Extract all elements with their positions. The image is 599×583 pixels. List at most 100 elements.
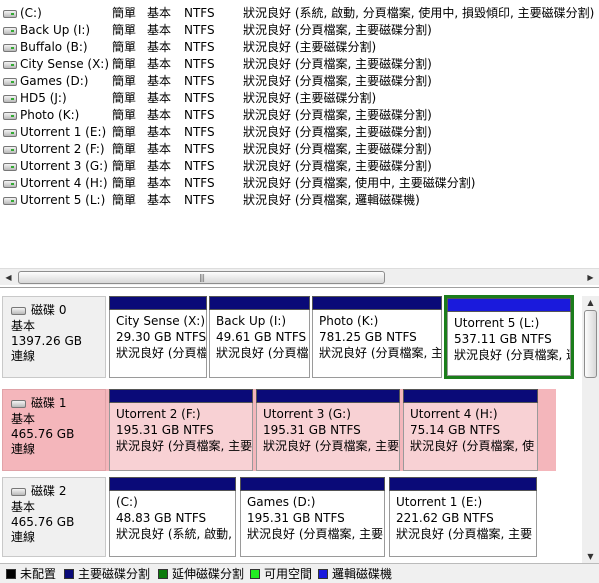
partition-name: Photo (K:) [319, 314, 379, 328]
volume-row[interactable]: HD5 (J:) 簡單 基本 NTFS 狀況良好 (主要磁碟分割) [0, 90, 599, 107]
volume-row[interactable]: Photo (K:) 簡單 基本 NTFS 狀況良好 (分頁檔案, 主要磁碟分割) [0, 107, 599, 124]
volume-name: Buffalo (B:) [20, 40, 88, 54]
volume-type: 基本 [147, 40, 172, 54]
partition[interactable]: Games (D:) 195.31 GB NTFS 狀況良好 (分頁檔案, 主要 [240, 477, 385, 557]
volume-name: Photo (K:) [20, 108, 80, 122]
volume-status: 狀況良好 (分頁檔案, 主要磁碟分割) [243, 74, 432, 88]
disk-partition-band: City Sense (X:) 29.30 GB NTFS 狀況良好 (分頁檔 Ba… [106, 295, 574, 379]
volume-row[interactable]: Back Up (I:) 簡單 基本 NTFS 狀況良好 (分頁檔案, 主要磁碟分割) [0, 22, 599, 39]
partition-size: 48.83 GB NTFS [116, 511, 207, 525]
volume-status: 狀況良好 (分頁檔案, 主要磁碟分割) [243, 23, 432, 37]
volume-name: Back Up (I:) [20, 23, 91, 37]
volume-filesystem: NTFS [184, 193, 215, 207]
drive-icon [3, 61, 17, 69]
disk-1[interactable]: 磁碟 1 基本 465.76 GB 連線 Utorrent 2 (F:) 195.… [0, 389, 582, 471]
partition-name: Back Up (I:) [216, 314, 287, 328]
volume-filesystem: NTFS [184, 40, 215, 54]
volume-type: 基本 [147, 142, 172, 156]
partition[interactable]: Utorrent 1 (E:) 221.62 GB NTFS 狀況良好 (分頁檔案,… [389, 477, 537, 557]
partition-size: 195.31 GB NTFS [247, 511, 345, 525]
volume-status: 狀況良好 (分頁檔案, 主要磁碟分割) [243, 159, 432, 173]
volume-status: 狀況良好 (分頁檔案, 使用中, 主要磁碟分割) [243, 176, 476, 190]
horizontal-scrollbar[interactable]: ◀ ||| ▶ [0, 268, 599, 285]
volume-row[interactable]: (C:) 簡單 基本 NTFS 狀況良好 (系統, 啟動, 分頁檔案, 使用中, 損毀傾… [0, 5, 599, 22]
scroll-left-icon[interactable]: ◀ [0, 269, 17, 286]
drive-icon [3, 180, 17, 188]
volume-type: 基本 [147, 176, 172, 190]
scroll-up-icon[interactable]: ▲ [582, 296, 599, 309]
primary-partition-bar [403, 389, 538, 403]
partition[interactable]: Back Up (I:) 49.61 GB NTFS 狀況良好 (分頁檔 [209, 296, 310, 378]
partition[interactable]: Utorrent 4 (H:) 75.14 GB NTFS 狀況良好 (分頁檔案, … [403, 389, 538, 471]
partition-size: 29.30 GB NTFS [116, 330, 207, 344]
volume-type: 基本 [147, 108, 172, 122]
partition-status: 狀況良好 (分頁檔案, 主要 [396, 527, 533, 541]
drive-icon [3, 44, 17, 52]
partition[interactable]: City Sense (X:) 29.30 GB NTFS 狀況良好 (分頁檔 [109, 296, 207, 378]
disk-2[interactable]: 磁碟 2 基本 465.76 GB 連線 (C:) 48.83 GB NTFS 狀況… [0, 477, 582, 557]
volume-layout: 簡單 [112, 74, 137, 88]
partition-status: 狀況良好 (分頁檔案, 主要 [263, 439, 400, 453]
partition-size: 49.61 GB NTFS [216, 330, 307, 344]
volume-name: Utorrent 5 (L:) [20, 193, 106, 207]
volume-layout: 簡單 [112, 108, 137, 122]
partition-size: 195.31 GB NTFS [263, 423, 361, 437]
volume-row[interactable]: Utorrent 5 (L:) 簡單 基本 NTFS 狀況良好 (分頁檔案, 邏輯磁碟機… [0, 192, 599, 209]
volume-row[interactable]: Utorrent 2 (F:) 簡單 基本 NTFS 狀況良好 (分頁檔案, 主要磁碟分… [0, 141, 599, 158]
volume-type: 基本 [147, 23, 172, 37]
volume-filesystem: NTFS [184, 176, 215, 190]
volume-name: Games (D:) [20, 74, 89, 88]
volume-name: HD5 (J:) [20, 91, 67, 105]
disk-label[interactable]: 磁碟 1 基本 465.76 GB 連線 [2, 389, 106, 471]
disk-label[interactable]: 磁碟 2 基本 465.76 GB 連線 [2, 477, 106, 557]
volume-row[interactable]: Utorrent 3 (G:) 簡單 基本 NTFS 狀況良好 (分頁檔案, 主要磁碟分… [0, 158, 599, 175]
scroll-right-icon[interactable]: ▶ [582, 269, 599, 286]
disk-partition-band: (C:) 48.83 GB NTFS 狀況良好 (系統, 啟動, Games (D:… [106, 477, 556, 557]
partition-status: 狀況良好 (分頁檔案, 使 [410, 439, 535, 453]
volume-row[interactable]: Utorrent 4 (H:) 簡單 基本 NTFS 狀況良好 (分頁檔案, 使用中, … [0, 175, 599, 192]
primary-partition-bar [109, 296, 207, 310]
volume-layout: 簡單 [112, 159, 137, 173]
partition-status: 狀況良好 (分頁檔案, 主 [319, 346, 442, 360]
disk-0[interactable]: 磁碟 0 基本 1397.26 GB 連線 City Sense (X:) 29.… [0, 295, 582, 379]
volume-filesystem: NTFS [184, 23, 215, 37]
volume-status: 狀況良好 (系統, 啟動, 分頁檔案, 使用中, 損毀傾印, 主要磁碟分割) [243, 6, 595, 20]
partition-status: 狀況良好 (系統, 啟動, [116, 527, 232, 541]
drive-icon [3, 112, 17, 120]
legend-swatch [318, 569, 328, 579]
horizontal-scroll-thumb[interactable]: ||| [18, 271, 385, 284]
partition[interactable]: Photo (K:) 781.25 GB NTFS 狀況良好 (分頁檔案, 主 [312, 296, 442, 378]
partition[interactable]: Utorrent 3 (G:) 195.31 GB NTFS 狀況良好 (分頁檔案,… [256, 389, 400, 471]
volume-row[interactable]: Buffalo (B:) 簡單 基本 NTFS 狀況良好 (主要磁碟分割) [0, 39, 599, 56]
partition-selected[interactable]: Utorrent 5 (L:) 537.11 GB NTFS 狀況良好 (分頁檔案,… [444, 295, 574, 379]
vertical-scroll-thumb[interactable] [584, 310, 597, 378]
volume-name: Utorrent 3 (G:) [20, 159, 108, 173]
scroll-down-icon[interactable]: ▼ [582, 550, 599, 563]
disk-icon [11, 488, 26, 496]
volume-row[interactable]: City Sense (X:) 簡單 基本 NTFS 狀況良好 (分頁檔案, 主要磁碟分… [0, 56, 599, 73]
volume-row[interactable]: Utorrent 1 (E:) 簡單 基本 NTFS 狀況良好 (分頁檔案, 主要磁碟分… [0, 124, 599, 141]
disk-size: 1397.26 GB [11, 334, 82, 348]
primary-partition-bar [256, 389, 400, 403]
volume-name: Utorrent 1 (E:) [20, 125, 107, 139]
primary-partition-bar [109, 477, 236, 491]
vertical-scrollbar[interactable]: ▲ ▼ [582, 296, 599, 563]
partition-status: 狀況良好 (分頁檔案, 邏 [454, 348, 571, 362]
legend-label: 延伸磁碟分割 [172, 567, 245, 581]
volume-layout: 簡單 [112, 23, 137, 37]
volume-name: City Sense (X:) [20, 57, 110, 71]
partition-size: 195.31 GB NTFS [116, 423, 214, 437]
volume-row[interactable]: Games (D:) 簡單 基本 NTFS 狀況良好 (分頁檔案, 主要磁碟分割) [0, 73, 599, 90]
legend-swatch [250, 569, 260, 579]
primary-partition-bar [312, 296, 442, 310]
volume-type: 基本 [147, 57, 172, 71]
volume-layout: 簡單 [112, 193, 137, 207]
volume-status: 狀況良好 (分頁檔案, 主要磁碟分割) [243, 142, 432, 156]
disk-label[interactable]: 磁碟 0 基本 1397.26 GB 連線 [2, 296, 106, 378]
partition[interactable]: Utorrent 2 (F:) 195.31 GB NTFS 狀況良好 (分頁檔案,… [109, 389, 253, 471]
volume-list[interactable]: (C:) 簡單 基本 NTFS 狀況良好 (系統, 啟動, 分頁檔案, 使用中, 損毀傾… [0, 0, 599, 288]
partition-size: 781.25 GB NTFS [319, 330, 417, 344]
disk-map-pane[interactable]: 磁碟 0 基本 1397.26 GB 連線 City Sense (X:) 29.… [0, 291, 599, 563]
partition-name: Utorrent 4 (H:) [410, 407, 498, 421]
partition[interactable]: (C:) 48.83 GB NTFS 狀況良好 (系統, 啟動, [109, 477, 236, 557]
